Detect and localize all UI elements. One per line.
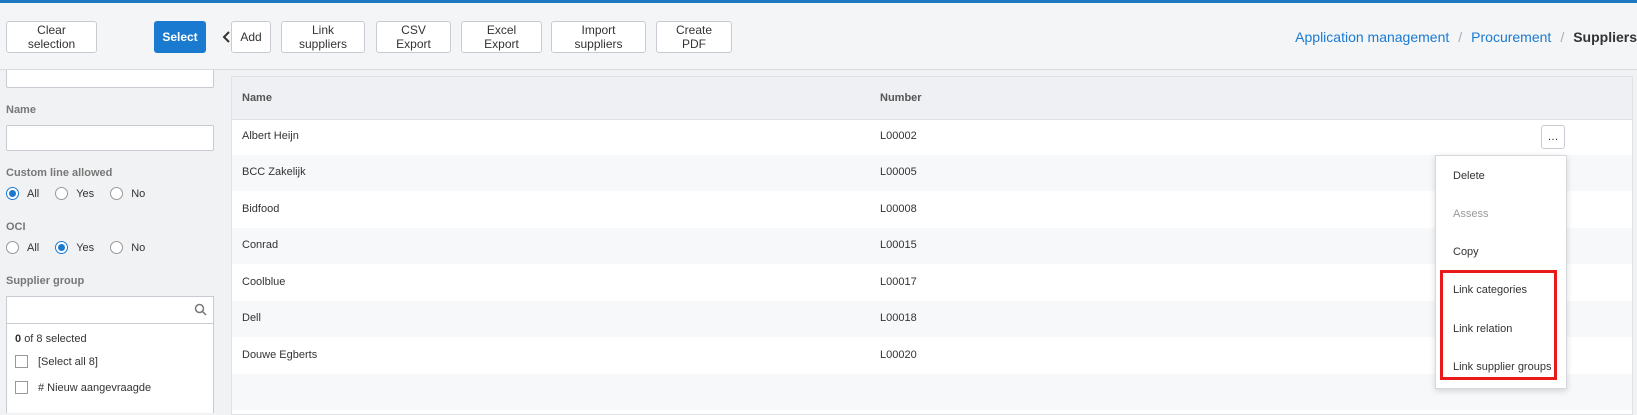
- table-row[interactable]: Dell L00018: [232, 301, 1632, 337]
- radio-label: Yes: [76, 241, 95, 254]
- group-option[interactable]: # Nieuw aangevraagde: [15, 381, 151, 394]
- filter-panel: Name Custom line allowed All Yes No OCI …: [0, 70, 220, 413]
- supplier-number: L00015: [880, 239, 917, 251]
- clear-selection-button[interactable]: Clear selection: [6, 21, 97, 53]
- radio-label: No: [131, 187, 146, 200]
- custom-line-label: Custom line allowed: [6, 167, 113, 179]
- previous-filter-input[interactable]: [6, 70, 214, 88]
- supplier-name: Conrad: [242, 239, 279, 251]
- breadcrumb-separator: /: [1560, 29, 1565, 45]
- oci-no-radio[interactable]: [110, 241, 124, 254]
- select-all-checkbox[interactable]: [15, 355, 28, 368]
- supplier-number: L00018: [880, 312, 917, 324]
- selected-count-number: 0: [15, 333, 22, 345]
- table-row[interactable]: Coolblue L00017: [232, 265, 1632, 301]
- supplier-number: L00002: [880, 130, 917, 142]
- breadcrumb-application-management[interactable]: Application management: [1295, 29, 1449, 45]
- csv-export-button[interactable]: CSV Export: [376, 21, 451, 53]
- search-icon: [194, 303, 207, 316]
- name-filter-input[interactable]: [6, 125, 214, 151]
- radio-label: All: [27, 241, 40, 254]
- excel-export-button[interactable]: Excel Export: [461, 21, 542, 53]
- group-option-label: # Nieuw aangevraagde: [38, 381, 152, 394]
- row-actions-button[interactable]: …: [1541, 125, 1565, 149]
- toolbar: Clear selection Select Add Link supplier…: [0, 3, 1637, 70]
- annotation-highlight-box: [1440, 270, 1557, 380]
- menu-item-assess: Assess: [1453, 208, 1489, 220]
- supplier-name: BCC Zakelijk: [242, 166, 306, 178]
- radio-label: No: [131, 241, 146, 254]
- breadcrumb: Application management / Procurement / S…: [1295, 29, 1637, 45]
- custom-line-radio-group: All Yes No: [6, 187, 161, 200]
- custom-line-all-radio[interactable]: [6, 187, 19, 200]
- add-button[interactable]: Add: [231, 21, 271, 53]
- supplier-name: Douwe Egberts: [242, 349, 318, 361]
- supplier-group-selector: 0 of 8 selected [Select all 8] # Nieuw a…: [6, 296, 214, 413]
- radio-label: Yes: [76, 187, 95, 200]
- custom-line-no-radio[interactable]: [110, 187, 124, 200]
- name-filter-label: Name: [6, 104, 36, 116]
- table-header: Name Number: [232, 77, 1632, 120]
- breadcrumb-current: Suppliers: [1573, 29, 1637, 45]
- oci-yes-radio[interactable]: [55, 241, 69, 254]
- menu-item-copy[interactable]: Copy: [1453, 246, 1479, 258]
- supplier-name: Coolblue: [242, 276, 286, 288]
- supplier-number: L00017: [880, 276, 917, 288]
- oci-radio-group: All Yes No: [6, 241, 161, 254]
- select-all-option[interactable]: [Select all 8]: [15, 355, 98, 368]
- selected-count-text: of 8 selected: [24, 333, 87, 345]
- radio-label: All: [27, 187, 40, 200]
- breadcrumb-separator: /: [1458, 29, 1463, 45]
- table-row[interactable]: [232, 374, 1632, 410]
- column-header-name[interactable]: Name: [242, 92, 272, 104]
- table-row[interactable]: Bidfood L00008: [232, 192, 1632, 228]
- column-header-number[interactable]: Number: [880, 92, 922, 104]
- supplier-name: Dell: [242, 312, 261, 324]
- supplier-group-label: Supplier group: [6, 275, 85, 287]
- table-row[interactable]: Conrad L00015: [232, 228, 1632, 264]
- create-pdf-button[interactable]: Create PDF: [656, 21, 732, 53]
- supplier-number: L00008: [880, 203, 917, 215]
- supplier-name: Bidfood: [242, 203, 280, 215]
- select-all-label: [Select all 8]: [38, 355, 98, 368]
- selected-count: 0 of 8 selected: [15, 333, 87, 345]
- link-suppliers-button[interactable]: Link suppliers: [281, 21, 365, 53]
- table-row[interactable]: Albert Heijn L00002 …: [232, 119, 1632, 155]
- supplier-number: L00005: [880, 166, 917, 178]
- supplier-group-search-input[interactable]: [7, 297, 213, 324]
- menu-item-delete[interactable]: Delete: [1453, 170, 1485, 182]
- supplier-number: L00020: [880, 349, 917, 361]
- custom-line-yes-radio[interactable]: [55, 187, 69, 200]
- table-row[interactable]: Douwe Egberts L00020: [232, 338, 1632, 374]
- breadcrumb-procurement[interactable]: Procurement: [1471, 29, 1551, 45]
- import-suppliers-button[interactable]: Import suppliers: [551, 21, 646, 53]
- group-option-checkbox[interactable]: [15, 381, 28, 394]
- table-row[interactable]: BCC Zakelijk L00005: [232, 155, 1632, 191]
- suppliers-table: Name Number Albert Heijn L00002 … BCC Za…: [231, 76, 1633, 415]
- select-button[interactable]: Select: [154, 21, 206, 53]
- oci-label: OCI: [6, 221, 26, 233]
- oci-all-radio[interactable]: [6, 241, 19, 254]
- supplier-name: Albert Heijn: [242, 130, 299, 142]
